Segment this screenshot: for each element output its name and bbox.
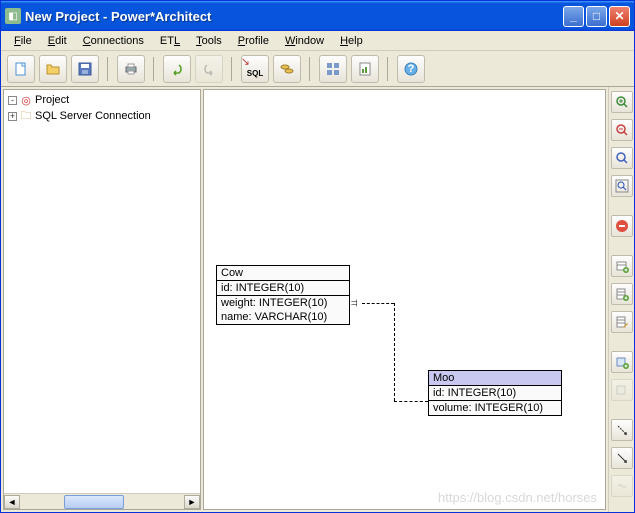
entity-title: Moo [429,371,561,385]
menu-edit[interactable]: Edit [41,33,74,49]
help-button[interactable]: ? [397,55,425,83]
menu-connections[interactable]: Connections [76,33,151,49]
expand-handle-icon[interactable]: - [8,96,17,105]
relationship-line[interactable] [394,303,395,401]
app-icon: ◧ [5,8,21,24]
menu-profile[interactable]: Profile [231,33,276,49]
expand-handle-icon[interactable]: + [8,112,17,121]
tree-scrollbar[interactable]: ◄ ► [4,493,200,509]
menu-file[interactable]: File [7,33,39,49]
entity-moo[interactable]: Moo id: INTEGER(10) volume: INTEGER(10) [428,370,562,416]
tree-label: SQL Server Connection [35,110,151,122]
close-button[interactable]: ✕ [609,6,630,27]
main-area: - ◎ Project + 🗀 SQL Server Connection ◄ … [1,87,634,512]
new-table-button[interactable] [611,255,633,277]
entity-cow[interactable]: Cow id: INTEGER(10) weight: INTEGER(10) … [216,265,350,325]
toolbar: ↘SQL ? [1,51,634,87]
relationship-line[interactable] [362,303,394,304]
scroll-left-button[interactable]: ◄ [4,495,20,509]
tree-item-project[interactable]: - ◎ Project [6,92,198,108]
app-window: ◧ New Project - Power*Architect _ □ ✕ Fi… [0,0,635,513]
entity-title: Cow [217,266,349,280]
entity-column: name: VARCHAR(10) [217,310,349,324]
watermark: https://blog.csdn.net/horses [438,490,597,505]
zoom-in-button[interactable] [611,91,633,113]
compare-button[interactable] [273,55,301,83]
new-column-button[interactable] [611,283,633,305]
menu-help[interactable]: Help [333,33,370,49]
grid-button[interactable] [319,55,347,83]
tree-panel: - ◎ Project + 🗀 SQL Server Connection ◄ … [3,89,201,510]
zoom-reset-button[interactable] [611,147,633,169]
delete-button[interactable] [611,215,633,237]
entity-column: id: INTEGER(10) [217,281,349,295]
report-button[interactable] [351,55,379,83]
target-icon: ◎ [19,94,33,107]
sql-button[interactable]: ↘SQL [241,55,269,83]
window-title: New Project - Power*Architect [25,9,563,24]
svg-text:?: ? [408,63,415,75]
entity-column: id: INTEGER(10) [429,386,561,400]
maximize-button[interactable]: □ [586,6,607,27]
relationship-line[interactable] [394,401,428,402]
open-button[interactable] [39,55,67,83]
scroll-thumb[interactable] [64,495,124,509]
zoom-out-button[interactable] [611,119,633,141]
auto-layout-button [611,475,633,497]
project-tree[interactable]: - ◎ Project + 🗀 SQL Server Connection [4,90,200,493]
diagram-canvas[interactable]: Cow id: INTEGER(10) weight: INTEGER(10) … [203,89,606,510]
tree-item-connection[interactable]: + 🗀 SQL Server Connection [6,108,198,124]
save-button[interactable] [71,55,99,83]
edit-index-button [611,379,633,401]
zoom-fit-button[interactable] [611,175,633,197]
edit-column-button[interactable] [611,311,633,333]
menu-bar: File Edit Connections ETL Tools Profile … [1,31,634,51]
menu-tools[interactable]: Tools [189,33,229,49]
tree-label: Project [35,94,69,106]
crowfoot-icon: ⫤ [351,294,357,311]
new-index-button[interactable] [611,351,633,373]
id-relation-button[interactable] [611,447,633,469]
side-toolbar [608,87,634,512]
non-id-relation-button[interactable] [611,419,633,441]
scroll-right-button[interactable]: ► [184,495,200,509]
entity-column: volume: INTEGER(10) [429,401,561,415]
redo-button [195,55,223,83]
menu-etl[interactable]: ETL [153,33,187,49]
minimize-button[interactable]: _ [563,6,584,27]
entity-column: weight: INTEGER(10) [217,296,349,310]
menu-window[interactable]: Window [278,33,331,49]
database-icon: 🗀 [19,110,33,123]
new-button[interactable] [7,55,35,83]
print-button[interactable] [117,55,145,83]
undo-button[interactable] [163,55,191,83]
title-bar[interactable]: ◧ New Project - Power*Architect _ □ ✕ [1,1,634,31]
